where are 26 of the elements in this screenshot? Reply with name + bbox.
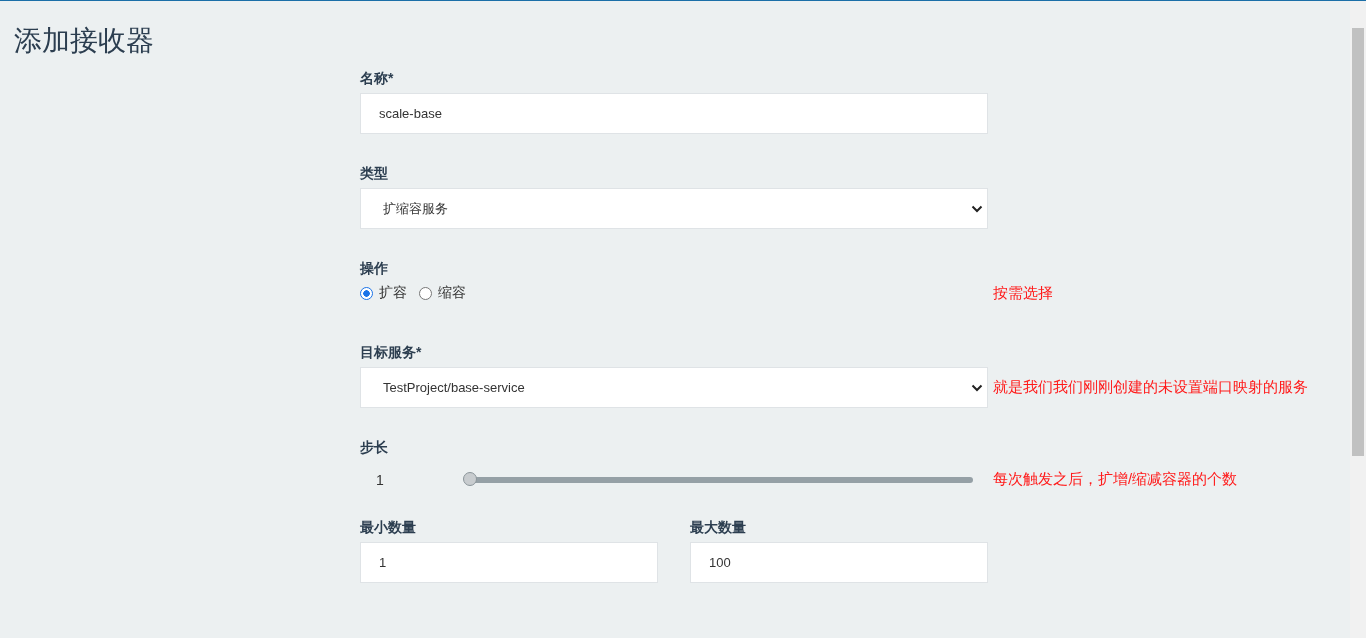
field-label: 步长 <box>360 438 389 456</box>
input-field[interactable]: 100 <box>690 542 988 583</box>
input-field[interactable]: scale-base <box>360 93 988 134</box>
radio-button[interactable] <box>360 286 373 300</box>
scrollbar[interactable] <box>1350 1 1366 638</box>
field-label: 最小数量 <box>360 518 417 536</box>
chevron-down-icon <box>971 204 983 213</box>
field-label: 类型 <box>360 164 389 182</box>
annotation-text: 按需选择 <box>993 283 1054 303</box>
input-field[interactable]: 1 <box>360 542 658 583</box>
annotation-text: 就是我们我们刚刚创建的未设置端口映射的服务 <box>993 378 1309 397</box>
radio-button[interactable] <box>419 286 432 300</box>
chevron-down-icon <box>971 383 983 392</box>
step-value: 1 <box>375 472 385 488</box>
field-label: 操作 <box>360 259 389 277</box>
field-label: 目标服务* <box>360 343 423 361</box>
page-title: 添加接收器 <box>13 24 155 58</box>
radio-label[interactable]: 扩容 <box>379 284 407 302</box>
radio-label[interactable]: 缩容 <box>438 284 466 302</box>
annotation-text: 每次触发之后，扩增/缩减容器的个数 <box>993 469 1239 489</box>
dropdown-field[interactable]: 扩缩容服务 <box>360 188 988 229</box>
field-label: 最大数量 <box>690 518 747 536</box>
slider-thumb[interactable] <box>463 472 477 486</box>
dropdown-field[interactable]: TestProject/base-service <box>360 367 988 408</box>
scrollbar-thumb[interactable] <box>1352 28 1364 456</box>
field-label: 名称* <box>360 69 395 87</box>
